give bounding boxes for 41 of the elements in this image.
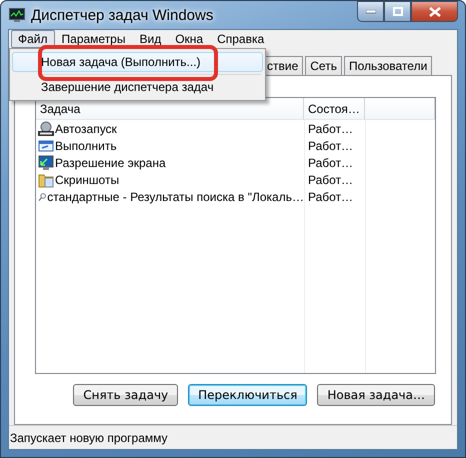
task-name: Скриншоты <box>55 172 120 186</box>
task-row[interactable]: Автозапуск <box>36 120 304 137</box>
table-cell-text: Работ… <box>307 120 354 137</box>
menu-item[interactable]: Файл <box>11 30 55 48</box>
menu-item[interactable]: Справка <box>210 30 272 48</box>
menu-entry[interactable]: Новая задача (Выполнить...) <box>12 52 263 72</box>
task-name: Выполнить <box>55 138 117 152</box>
app-icon <box>9 8 25 22</box>
minimize-icon <box>366 10 376 14</box>
status-bar: Запускает новую программу <box>9 425 457 449</box>
task-name: стандартные - Результаты поиска в "Локаль… <box>47 190 304 204</box>
new-task-button[interactable]: Новая задача… <box>317 384 435 406</box>
task-row[interactable]: Выполнить <box>36 137 304 154</box>
end-task-button[interactable]: Снять задачу <box>73 384 178 406</box>
table-cell-text: Работ… <box>307 154 354 171</box>
minimize-button[interactable] <box>357 1 384 22</box>
task-row[interactable]: Разрешение экрана <box>36 154 304 171</box>
maximize-icon <box>392 7 402 16</box>
column-header[interactable]: Состоя… <box>304 98 365 120</box>
task-row[interactable]: Скриншоты <box>36 171 304 188</box>
menu-item[interactable]: Вид <box>132 30 168 48</box>
menu-entry[interactable]: Завершение диспетчера задач <box>12 77 263 97</box>
drive-icon <box>38 120 54 136</box>
tab[interactable]: Сеть <box>305 56 342 75</box>
monitor-icon <box>38 154 54 170</box>
switch-to-button[interactable]: Переключиться <box>188 384 308 406</box>
table-cell-text: Работ… <box>307 188 354 205</box>
maximize-button[interactable] <box>384 1 411 22</box>
menu-item[interactable]: Окна <box>168 30 210 48</box>
tab[interactable]: Пользователи <box>344 56 432 75</box>
table-cell-text: Работ… <box>307 172 354 188</box>
task-name: Разрешение экрана <box>55 156 166 170</box>
menu-item[interactable]: Параметры <box>54 30 132 48</box>
folder-icon <box>38 172 54 188</box>
task-name: Автозапуск <box>55 122 117 136</box>
task-row[interactable]: стандартные - Результаты поиска в "Локаль… <box>36 188 304 205</box>
close-icon <box>428 6 440 16</box>
window-icon <box>38 138 54 154</box>
window-title: Диспетчер задач Windows <box>31 6 214 24</box>
close-button[interactable] <box>411 1 458 22</box>
table-cell-text: Работ… <box>307 138 354 154</box>
